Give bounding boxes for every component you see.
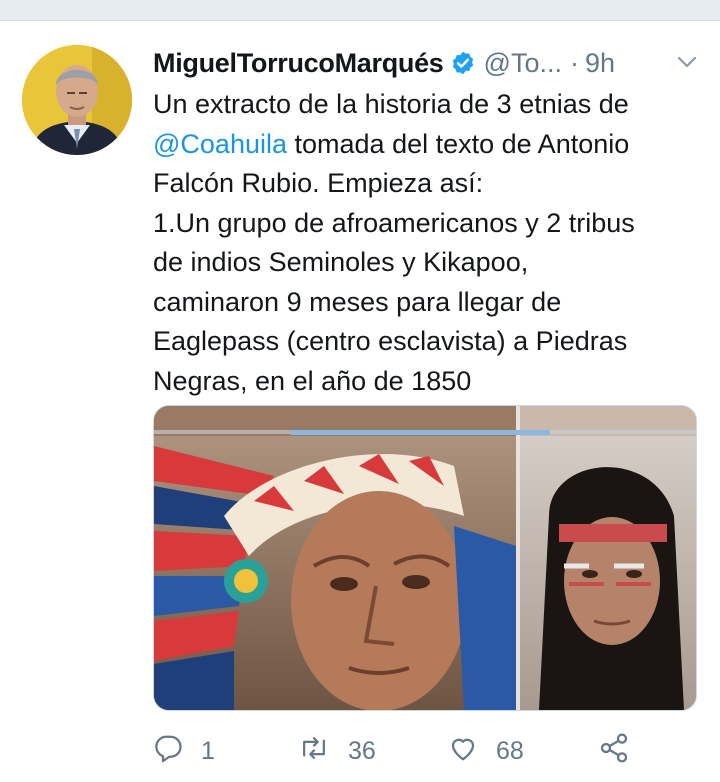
- tweet-text-line: caminaron 9 meses para llegar de: [153, 286, 562, 317]
- tweet-text-line: Eaglepass (centro esclavista) a Piedras: [153, 326, 628, 356]
- tweet-card[interactable]: MiguelTorrucoMarqués @To... · 9h Un extr…: [0, 21, 720, 782]
- chevron-down-icon[interactable]: [676, 51, 698, 73]
- tweet-text-line: @Coahuila tomada del texto de Antonio: [153, 125, 698, 165]
- heart-icon: [448, 733, 496, 770]
- mention-link[interactable]: @Coahuila: [153, 129, 287, 159]
- tweet-text-segment: tomada del texto de Antonio: [294, 128, 630, 159]
- tweet-media[interactable]: [153, 405, 697, 711]
- reply-button[interactable]: 1: [153, 731, 215, 771]
- tweet-text-line: de indios Seminoles y Kikapoo,: [153, 247, 529, 277]
- reply-count: 1: [201, 736, 215, 765]
- tweet-header: MiguelTorrucoMarqués @To... · 9h: [153, 43, 615, 83]
- header-separator: ·: [569, 47, 579, 78]
- like-button[interactable]: 68: [448, 731, 524, 771]
- tweet-actions: 1 36 68: [153, 731, 698, 771]
- like-count: 68: [496, 736, 524, 765]
- retweet-count: 36: [348, 736, 376, 765]
- verified-badge-icon: [450, 50, 476, 76]
- author-name[interactable]: MiguelTorrucoMarqués: [153, 48, 444, 79]
- tweet-timestamp[interactable]: 9h: [585, 48, 615, 79]
- tweet-text-line: Falcón Rubio. Empieza así:: [153, 168, 484, 198]
- tweet-text-line: Negras, en el año de 1850: [153, 365, 472, 396]
- author-handle[interactable]: @To...: [484, 48, 562, 79]
- reply-icon: [153, 733, 201, 770]
- retweet-icon: [298, 733, 348, 770]
- top-divider-bar: [0, 0, 720, 21]
- tweet-text-line: 1.Un grupo de afroamericanos y 2 tribus: [153, 207, 635, 238]
- media-progress-bar: [290, 430, 550, 435]
- share-icon: [598, 732, 648, 771]
- share-button[interactable]: [598, 731, 648, 771]
- tweet-text: Un extracto de la historia de 3 etnias d…: [153, 85, 698, 401]
- retweet-button[interactable]: 36: [298, 731, 376, 771]
- avatar[interactable]: [22, 45, 132, 155]
- tweet-text-line: Un extracto de la historia de 3 etnias d…: [153, 89, 629, 119]
